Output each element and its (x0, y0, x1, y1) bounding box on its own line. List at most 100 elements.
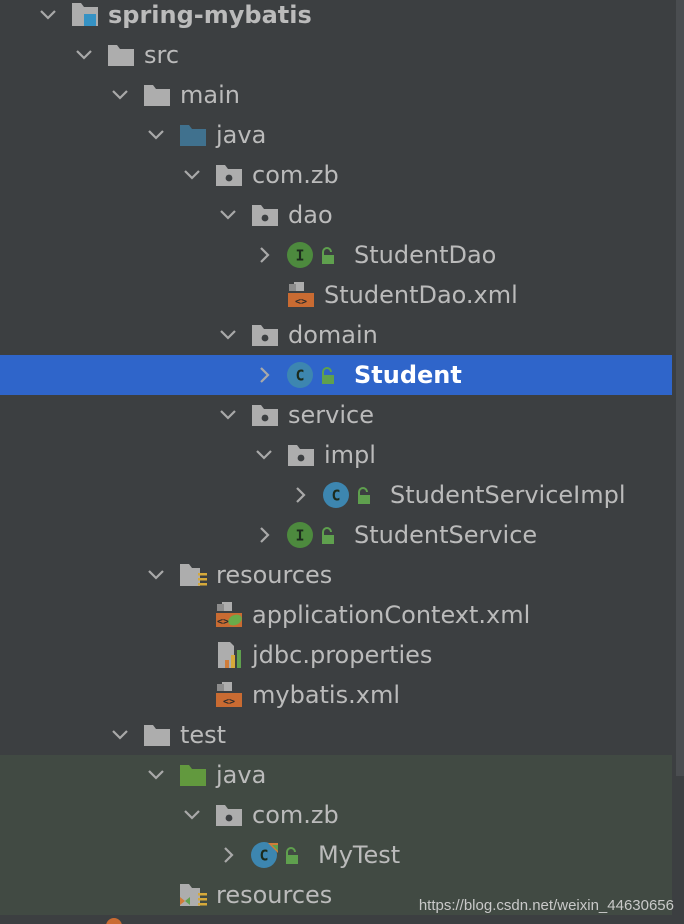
chevron-down-icon[interactable] (216, 403, 240, 427)
tree-row[interactable]: com.zb (0, 795, 672, 835)
xml-file-icon: <> (214, 681, 244, 709)
tree-row-label: java (216, 121, 267, 149)
tree-row[interactable]: <> applicationContext.xml (0, 595, 672, 635)
tree-row-label: applicationContext.xml (252, 601, 531, 629)
chevron-right-icon[interactable] (216, 843, 240, 867)
lock-icon (320, 367, 336, 385)
interface-icon: I (286, 241, 316, 269)
tree-row[interactable]: I StudentDao (0, 235, 672, 275)
chevron-down-icon[interactable] (144, 563, 168, 587)
tree-row-label: MyTest (318, 841, 401, 869)
class-icon: C (322, 481, 352, 509)
tree-row-label: impl (324, 441, 376, 469)
tree-row[interactable]: I StudentService (0, 515, 672, 555)
tree-row-label: StudentDao (354, 241, 497, 269)
chevron-down-icon[interactable] (108, 83, 132, 107)
lock-icon (320, 527, 336, 545)
chevron-down-icon[interactable] (72, 43, 96, 67)
source-root-folder-icon (178, 121, 208, 149)
tree-row[interactable]: jdbc.properties (0, 635, 672, 675)
class-icon: C (286, 361, 316, 389)
tree-row-label: dao (288, 201, 333, 229)
tree-row-label: java (216, 761, 267, 789)
tree-row-label: src (144, 41, 180, 69)
watermark: https://blog.csdn.net/weixin_44630656 (418, 897, 674, 914)
tree-row[interactable]: C MyTest (0, 835, 672, 875)
package-icon (214, 801, 244, 829)
tree-row-label: com.zb (252, 801, 339, 829)
tree-row[interactable]: C StudentServiceImpl (0, 475, 672, 515)
folder-icon (142, 721, 172, 749)
tree-row-label: resources (216, 561, 333, 589)
chevron-down-icon[interactable] (36, 3, 60, 27)
tree-row[interactable]: C Student (0, 355, 672, 395)
folder-icon (142, 81, 172, 109)
tree-row-label: StudentServiceImpl (390, 481, 626, 509)
tree-row-label: resources (216, 881, 333, 909)
svg-text:<>: <> (295, 297, 307, 308)
chevron-right-icon[interactable] (252, 523, 276, 547)
tree-row[interactable]: <> mybatis.xml (0, 675, 672, 715)
tree-row-label: main (180, 81, 240, 109)
tree-row[interactable]: domain (0, 315, 672, 355)
chevron-down-icon[interactable] (144, 763, 168, 787)
chevron-down-icon[interactable] (180, 163, 204, 187)
tree-row[interactable]: <> StudentDao.xml (0, 275, 672, 315)
svg-text:C: C (295, 367, 304, 385)
project-tree: spring-mybatis src main java com.zb dao … (0, 0, 684, 924)
chevron-down-icon[interactable] (180, 803, 204, 827)
chevron-right-icon[interactable] (288, 483, 312, 507)
tree-row[interactable]: java (0, 755, 672, 795)
resources-folder-icon (178, 561, 208, 589)
module-folder-icon (70, 1, 100, 29)
tree-row-label: StudentDao.xml (324, 281, 518, 309)
properties-file-icon (214, 641, 244, 669)
folder-icon (106, 41, 136, 69)
tree-row[interactable]: impl (0, 435, 672, 475)
chevron-right-icon[interactable] (252, 243, 276, 267)
tree-row-label: service (288, 401, 374, 429)
tree-row-label: com.zb (252, 161, 339, 189)
package-icon (250, 201, 280, 229)
lock-icon (356, 487, 372, 505)
lock-icon (284, 847, 300, 865)
tree-row-label: test (180, 721, 227, 749)
tree-row-label: jdbc.properties (252, 641, 433, 669)
svg-text:I: I (295, 527, 304, 545)
package-icon (250, 401, 280, 429)
chevron-down-icon[interactable] (252, 443, 276, 467)
chevron-down-icon[interactable] (216, 203, 240, 227)
tree-row-label: spring-mybatis (108, 1, 312, 29)
xml-file-icon: <> (286, 281, 316, 309)
chevron-down-icon[interactable] (108, 723, 132, 747)
interface-icon: I (286, 521, 316, 549)
tree-row[interactable]: service (0, 395, 672, 435)
test-root-folder-icon (178, 761, 208, 789)
tree-row[interactable]: com.zb (0, 155, 672, 195)
tree-row[interactable]: java (0, 115, 672, 155)
svg-text:I: I (295, 247, 304, 265)
tree-row[interactable]: resources (0, 555, 672, 595)
tree-row-label: domain (288, 321, 378, 349)
tree-row[interactable]: main (0, 75, 672, 115)
tree-row-label: Student (354, 361, 462, 389)
spring-xml-file-icon: <> (214, 601, 244, 629)
package-icon (286, 441, 316, 469)
partial-file-icon (106, 918, 122, 924)
lock-icon (320, 247, 336, 265)
svg-text:<>: <> (217, 617, 229, 628)
tree-row-label: StudentService (354, 521, 538, 549)
tree-row-label: mybatis.xml (252, 681, 400, 709)
tree-row[interactable]: spring-mybatis (0, 0, 672, 35)
chevron-down-icon[interactable] (216, 323, 240, 347)
chevron-right-icon[interactable] (252, 363, 276, 387)
package-icon (214, 161, 244, 189)
svg-text:<>: <> (223, 697, 235, 708)
chevron-down-icon[interactable] (144, 123, 168, 147)
vertical-scrollbar[interactable] (676, 0, 684, 776)
test-resources-folder-icon (178, 881, 208, 909)
svg-text:C: C (331, 487, 340, 505)
tree-row[interactable]: src (0, 35, 672, 75)
tree-row[interactable]: dao (0, 195, 672, 235)
tree-row[interactable]: test (0, 715, 672, 755)
